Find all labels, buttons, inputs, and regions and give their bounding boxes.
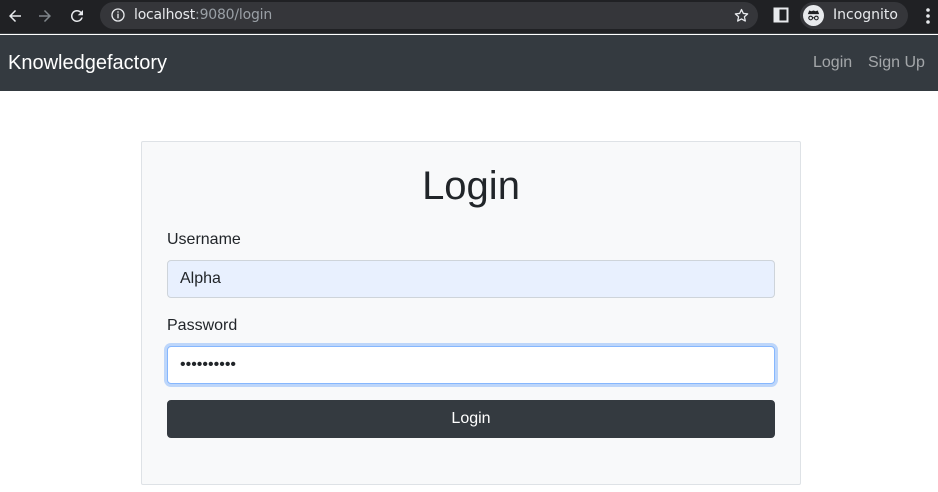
forward-arrow-icon[interactable] (34, 5, 56, 27)
reload-icon[interactable] (66, 5, 88, 27)
username-input[interactable] (167, 260, 775, 298)
incognito-icon (803, 5, 824, 26)
password-label: Password (167, 317, 238, 334)
login-card: Login Username Password Login (141, 141, 801, 485)
back-arrow-icon[interactable] (4, 5, 26, 27)
login-title: Login (422, 164, 520, 208)
login-submit-button[interactable]: Login (167, 400, 775, 438)
info-icon[interactable] (110, 7, 126, 23)
nav-login-link[interactable]: Login (813, 54, 852, 72)
address-bar[interactable]: localhost:9080/login (100, 2, 758, 29)
app-navbar: Knowledgefactory Login Sign Up (0, 35, 938, 91)
browser-toolbar: localhost:9080/login Incognito (0, 0, 938, 34)
side-panel-icon[interactable] (773, 7, 789, 23)
more-vert-icon[interactable] (922, 6, 934, 26)
nav-signup-link[interactable]: Sign Up (868, 54, 925, 72)
star-icon[interactable] (733, 7, 750, 24)
profile-label: Incognito (833, 7, 898, 23)
profile-chip[interactable]: Incognito (800, 2, 908, 29)
url-text: localhost:9080/login (134, 7, 273, 23)
password-input[interactable] (167, 346, 775, 384)
username-label: Username (167, 231, 241, 248)
brand-link[interactable]: Knowledgefactory (8, 52, 167, 75)
